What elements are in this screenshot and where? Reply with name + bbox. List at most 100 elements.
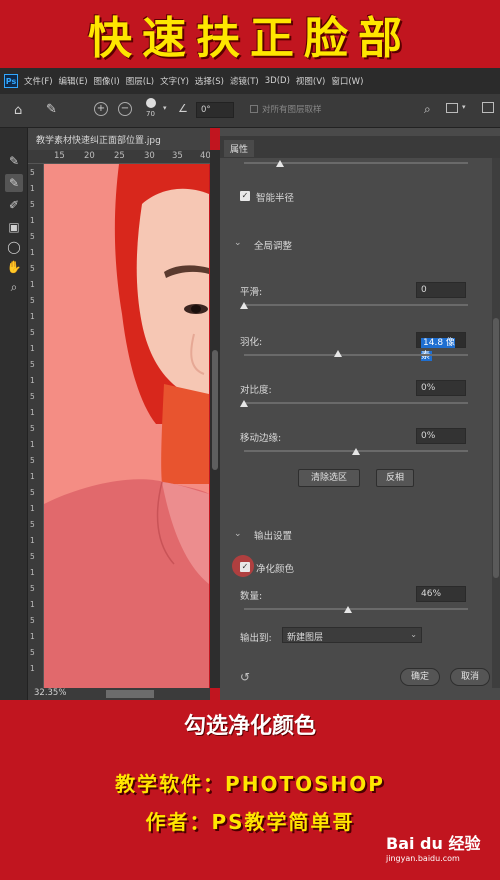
- feather-slider-knob[interactable]: [334, 350, 342, 357]
- ruler-v-tick: 1: [30, 184, 35, 193]
- workspace-icon[interactable]: [446, 103, 458, 113]
- smooth-slider-knob[interactable]: [240, 302, 248, 309]
- subtract-selection-icon[interactable]: −: [118, 102, 132, 116]
- ruler-v-tick: 5: [30, 424, 35, 433]
- quick-selection-icon[interactable]: ✎: [5, 152, 23, 170]
- angle-input[interactable]: 0°: [196, 102, 234, 118]
- decontaminate-checkbox[interactable]: ✓: [240, 562, 250, 572]
- home-icon[interactable]: ⌂: [14, 103, 22, 118]
- search-icon[interactable]: ⌕: [424, 102, 431, 117]
- amount-input[interactable]: 46%: [416, 586, 466, 602]
- contrast-slider-knob[interactable]: [240, 400, 248, 407]
- contrast-input[interactable]: 0%: [416, 380, 466, 396]
- output-to-select[interactable]: 新建图层 ⌄: [282, 627, 422, 643]
- output-to-label: 输出到:: [240, 633, 272, 644]
- radius-slider-knob[interactable]: [276, 160, 284, 167]
- ruler-v-tick: 1: [30, 504, 35, 513]
- feather-label: 羽化:: [240, 337, 263, 348]
- smooth-input[interactable]: 0: [416, 282, 466, 298]
- chevron-down-icon: ⌄: [410, 630, 417, 639]
- menu-3d[interactable]: 3D(D): [265, 76, 290, 86]
- ruler-v-tick: 1: [30, 632, 35, 641]
- feather-input[interactable]: 14.8 像素: [416, 332, 466, 361]
- brush-dropdown-icon[interactable]: ▾: [163, 104, 167, 112]
- zoom-level: 32.35%: [34, 688, 67, 698]
- sample-all-layers-checkbox[interactable]: [250, 105, 258, 113]
- amount-slider-knob[interactable]: [344, 606, 352, 613]
- lasso-icon[interactable]: ◯: [5, 238, 23, 256]
- ruler-v-tick: 5: [30, 232, 35, 241]
- horizontal-scrollbar[interactable]: [106, 690, 154, 698]
- ruler-v-tick: 1: [30, 344, 35, 353]
- refine-brush-icon[interactable]: ✎: [46, 102, 57, 117]
- ruler-v-tick: 5: [30, 552, 35, 561]
- invert-button[interactable]: 反相: [376, 469, 414, 487]
- smart-radius-label: 智能半径: [256, 193, 295, 204]
- shift-edge-slider-knob[interactable]: [352, 448, 360, 455]
- baidu-watermark: Bai du 经验 jingyan.baidu.com: [386, 830, 480, 863]
- brush-preset-icon[interactable]: [146, 98, 156, 108]
- ruler-v-tick: 1: [30, 376, 35, 385]
- smart-radius-checkbox[interactable]: ✓: [240, 191, 250, 201]
- refine-edge-brush-icon[interactable]: ✎: [5, 174, 23, 192]
- ruler-v-tick: 5: [30, 360, 35, 369]
- object-selection-icon[interactable]: ▣: [5, 218, 23, 236]
- collapse-icon[interactable]: ⌄: [234, 529, 242, 539]
- menu-file[interactable]: 文件(F): [24, 75, 53, 87]
- options-bar: ⌂ ✎ + − 70 ▾ ∠ 0° 对所有图层取样 ⌕ ▾: [0, 94, 500, 128]
- collapse-icon[interactable]: ⌄: [234, 238, 242, 248]
- properties-tab[interactable]: 属性: [224, 140, 255, 157]
- status-bar: 32.35%: [28, 688, 210, 700]
- portrait-image: [44, 164, 209, 688]
- feather-slider[interactable]: [244, 354, 468, 356]
- ruler-v-tick: 1: [30, 408, 35, 417]
- contrast-label: 对比度:: [240, 385, 272, 396]
- angle-icon: ∠: [178, 102, 188, 115]
- software-info: 教学软件：PHOTOSHOP: [115, 772, 385, 796]
- amount-slider[interactable]: [244, 608, 468, 610]
- ok-button[interactable]: 确定: [400, 668, 440, 686]
- image-canvas[interactable]: [44, 164, 209, 688]
- ruler-v-tick: 5: [30, 648, 35, 657]
- ruler-h-tick: 25: [114, 151, 125, 161]
- cancel-button[interactable]: 取消: [450, 668, 490, 686]
- panel-scrollbar[interactable]: [492, 158, 500, 688]
- share-icon[interactable]: [482, 102, 494, 113]
- document-tab[interactable]: 教学素材快速纠正面部位置.jpg: [28, 128, 210, 150]
- clear-selection-button[interactable]: 清除选区: [298, 469, 360, 487]
- canvas-vertical-scrollbar[interactable]: [210, 150, 220, 688]
- panel-scroll-thumb[interactable]: [493, 318, 499, 578]
- smooth-slider[interactable]: [244, 304, 468, 306]
- top-banner: 快速扶正脸部: [0, 0, 500, 68]
- menu-window[interactable]: 窗口(W): [331, 75, 363, 87]
- reset-icon[interactable]: ↺: [240, 670, 250, 684]
- sample-all-layers-label: 对所有图层取样: [262, 105, 322, 115]
- ruler-v-tick: 5: [30, 456, 35, 465]
- brush-tool-icon[interactable]: ✐: [5, 196, 23, 214]
- global-adjust-header[interactable]: 全局调整: [254, 238, 292, 252]
- menu-image[interactable]: 图像(I): [94, 75, 120, 87]
- menu-layer[interactable]: 图层(L): [126, 75, 154, 87]
- output-settings-header[interactable]: 输出设置: [254, 528, 292, 542]
- smooth-label: 平滑:: [240, 287, 263, 298]
- contrast-slider[interactable]: [244, 402, 468, 404]
- shift-edge-label: 移动边缘:: [240, 433, 282, 444]
- shift-edge-input[interactable]: 0%: [416, 428, 466, 444]
- ruler-v-tick: 1: [30, 216, 35, 225]
- add-to-selection-icon[interactable]: +: [94, 102, 108, 116]
- workspace-dropdown-icon[interactable]: ▾: [462, 103, 466, 111]
- menu-select[interactable]: 选择(S): [195, 75, 224, 87]
- ruler-v-tick: 1: [30, 248, 35, 257]
- step-caption: 勾选净化颜色: [183, 714, 316, 739]
- ruler-v-tick: 5: [30, 392, 35, 401]
- zoom-icon[interactable]: ⌕: [5, 278, 23, 296]
- ruler-v-tick: 1: [30, 472, 35, 481]
- hand-icon[interactable]: ✋: [5, 258, 23, 276]
- ruler-v-tick: 1: [30, 664, 35, 673]
- scroll-thumb[interactable]: [212, 350, 218, 470]
- menu-type[interactable]: 文字(Y): [160, 75, 189, 87]
- menu-filter[interactable]: 滤镜(T): [230, 75, 259, 87]
- menu-edit[interactable]: 编辑(E): [59, 75, 88, 87]
- photoshop-logo-icon: Ps: [4, 74, 18, 88]
- menu-view[interactable]: 视图(V): [296, 75, 325, 87]
